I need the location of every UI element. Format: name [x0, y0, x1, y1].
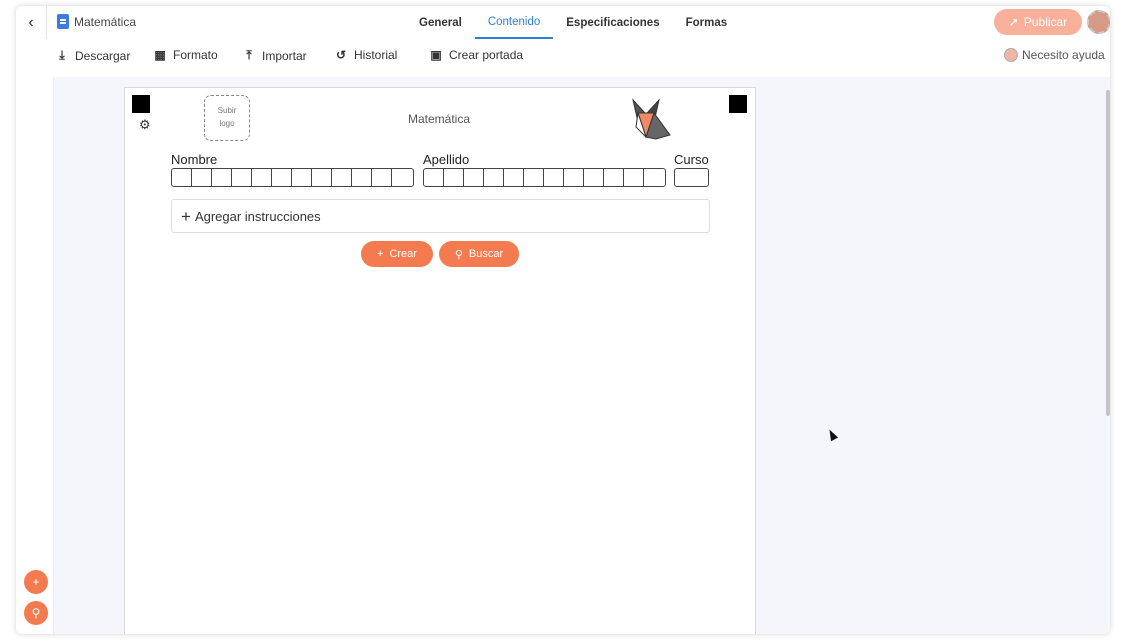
- course-field[interactable]: [674, 168, 709, 187]
- upload-logo-text-2: logo: [219, 119, 235, 128]
- publish-button[interactable]: ➚ Publicar: [994, 9, 1082, 35]
- search-label: Buscar: [468, 248, 504, 260]
- help-label: Necesito ayuda: [1022, 48, 1105, 62]
- history-icon: ↺: [335, 48, 347, 62]
- upload-logo-box[interactable]: Subir logo: [204, 95, 250, 141]
- top-bar: ‹ Matemática General Contenido Especific…: [16, 6, 1110, 40]
- fox-logo-icon: [632, 98, 671, 140]
- avatar[interactable]: [1087, 10, 1110, 34]
- tab-bar: General Contenido Especificaciones Forma…: [406, 6, 740, 39]
- publish-label: Publicar: [1023, 15, 1068, 29]
- corner-marker-right: [729, 95, 747, 113]
- import-button[interactable]: ⤒ Importar: [243, 48, 307, 63]
- create-label: Crear: [389, 248, 417, 260]
- format-label: Formato: [173, 48, 218, 62]
- format-icon: ▦: [154, 48, 166, 62]
- tab-especificaciones[interactable]: Especificaciones: [553, 6, 672, 39]
- upload-logo-text-1: Subir: [217, 106, 237, 116]
- corner-marker-left: [132, 95, 150, 113]
- course-label: Curso: [674, 152, 709, 167]
- import-label: Importar: [262, 48, 307, 63]
- plus-icon: +: [377, 248, 384, 260]
- download-label: Descargar: [75, 48, 131, 63]
- left-strip: [16, 77, 54, 634]
- chevron-left-icon[interactable]: ‹: [20, 12, 42, 34]
- create-button[interactable]: + Crear: [361, 241, 433, 267]
- plus-icon: +: [181, 206, 191, 226]
- add-instructions-label: Agregar instrucciones: [194, 208, 321, 224]
- lastname-field[interactable]: [423, 168, 666, 187]
- cover-icon: ▣: [430, 48, 442, 62]
- app-window: ‹ Matemática General Contenido Especific…: [16, 6, 1110, 634]
- page-title: Matemática: [408, 112, 471, 126]
- rocket-icon: ➚: [1008, 15, 1019, 29]
- help-button[interactable]: Necesito ayuda: [1004, 48, 1105, 62]
- toolbar: ⤓ Descargar ▦ Formato ⤒ Importar ↺ Histo…: [16, 39, 1110, 77]
- history-button[interactable]: ↺ Historial: [335, 48, 397, 62]
- create-cover-button[interactable]: ▣ Crear portada: [430, 48, 523, 62]
- vertical-scrollbar[interactable]: [1106, 90, 1110, 416]
- lastname-label: Apellido: [423, 152, 470, 167]
- download-icon: ⤓: [59, 48, 65, 62]
- divider: [46, 6, 47, 40]
- tab-general[interactable]: General: [406, 6, 475, 39]
- name-label: Nombre: [171, 152, 218, 167]
- download-button[interactable]: ⤓ Descargar: [56, 48, 130, 63]
- format-button[interactable]: ▦ Formato: [154, 48, 218, 62]
- search-icon: ⚲: [454, 248, 463, 261]
- add-instructions-button[interactable]: + Agregar instrucciones: [171, 199, 710, 233]
- create-cover-label: Crear portada: [449, 48, 524, 62]
- document-icon: [57, 14, 69, 29]
- zoom-fab-button[interactable]: ⚲: [24, 601, 48, 625]
- upload-icon: ⤒: [246, 48, 252, 62]
- tab-formas[interactable]: Formas: [673, 6, 741, 39]
- help-avatar-icon: [1004, 48, 1018, 62]
- doc-title: Matemática: [74, 15, 137, 29]
- tab-contenido[interactable]: Contenido: [474, 6, 554, 39]
- history-label: Historial: [354, 48, 398, 62]
- search-button[interactable]: ⚲ Buscar: [439, 241, 519, 267]
- add-fab-button[interactable]: +: [24, 570, 48, 594]
- gear-icon[interactable]: ⚙: [139, 117, 151, 133]
- name-field[interactable]: [171, 168, 414, 187]
